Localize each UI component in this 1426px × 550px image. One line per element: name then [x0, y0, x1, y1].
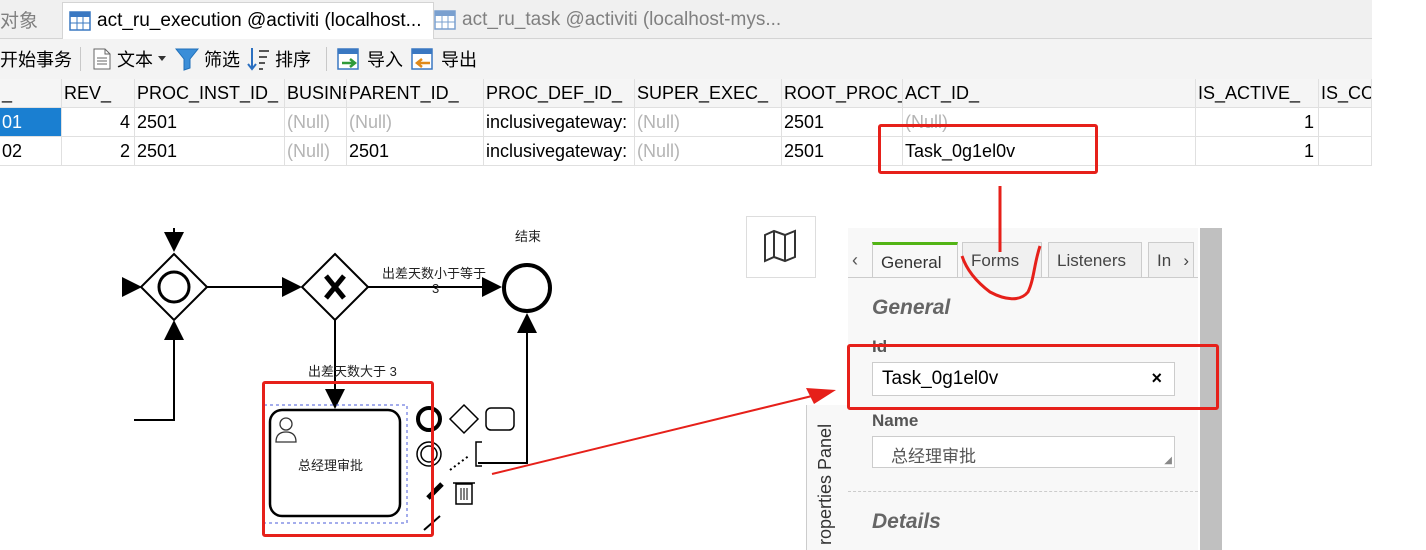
flow-le3-number: 3 — [432, 281, 440, 296]
tab-general[interactable]: General — [872, 242, 958, 278]
tab-input-output[interactable]: In › — [1148, 242, 1194, 278]
name-field[interactable]: 总经理审批 ◢ — [872, 436, 1175, 468]
section-divider — [848, 491, 1198, 492]
tab-scroll-left-icon[interactable]: ‹ — [852, 250, 858, 271]
tab-listeners[interactable]: Listeners — [1048, 242, 1142, 278]
trash-icon[interactable] — [453, 482, 475, 505]
flow-le3-label: 出差天数小于等于 — [382, 266, 487, 281]
name-field-value: 总经理审批 — [891, 447, 976, 466]
sequence-flow[interactable] — [478, 313, 537, 464]
flow-gt3-label: 出差天数大于 3 — [308, 364, 397, 379]
inclusive-gateway[interactable] — [139, 252, 209, 322]
name-label: Name — [872, 411, 919, 430]
end-event[interactable] — [502, 263, 552, 313]
properties-panel-label: roperties Panel — [815, 423, 835, 545]
append-gateway-icon[interactable] — [448, 403, 480, 435]
section-general-title: General — [872, 296, 951, 319]
annotation-box-id-field — [847, 344, 1219, 410]
tab-forms[interactable]: Forms — [962, 242, 1042, 278]
tab-scroll-right-icon[interactable]: › — [1183, 243, 1189, 279]
exclusive-gateway[interactable] — [300, 252, 370, 322]
end-event-label: 结束 — [515, 229, 542, 244]
tab-underline — [848, 277, 1198, 278]
annotation-box-act-id — [878, 124, 1098, 174]
resize-handle-icon[interactable]: ◢ — [1164, 455, 1172, 466]
properties-panel-toggle[interactable]: roperties Panel — [806, 405, 849, 550]
annotation-box-task — [262, 381, 434, 537]
sequence-flow[interactable] — [134, 320, 184, 421]
section-details-title: Details — [872, 510, 941, 533]
tab-input-output-label: In — [1157, 251, 1172, 270]
connect-tool-icon[interactable] — [449, 454, 471, 471]
minimap-toggle-button[interactable] — [746, 216, 816, 278]
map-icon — [764, 229, 796, 263]
append-task-icon[interactable] — [485, 407, 515, 431]
